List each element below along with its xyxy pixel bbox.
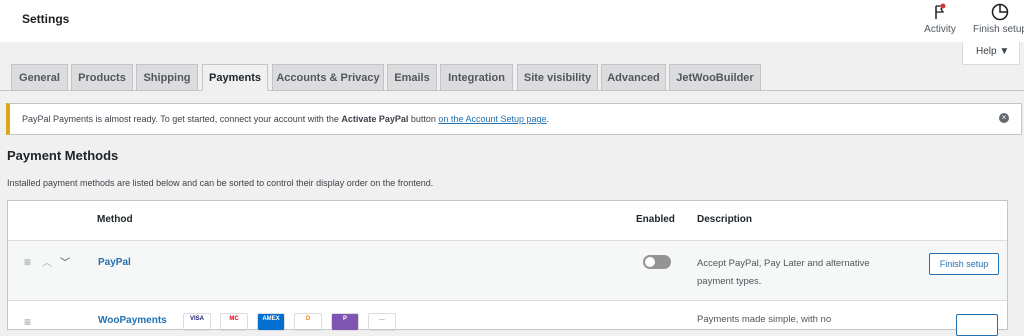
flag-icon bbox=[920, 3, 960, 23]
top-bar: Settings Activity Finish setup bbox=[0, 0, 1024, 42]
column-enabled: Enabled bbox=[636, 214, 675, 225]
page-title: Settings bbox=[22, 12, 70, 26]
account-setup-link[interactable]: on the Account Setup page bbox=[438, 114, 546, 124]
column-method: Method bbox=[97, 214, 133, 225]
table-header: Method Enabled Description bbox=[8, 201, 1007, 241]
visa-icon: VISA bbox=[183, 313, 211, 331]
tab-accounts-privacy[interactable]: Accounts & Privacy bbox=[272, 64, 384, 91]
tab-advanced[interactable]: Advanced bbox=[601, 64, 666, 91]
woopayments-action-button[interactable] bbox=[956, 314, 998, 336]
tab-shipping[interactable]: Shipping bbox=[136, 64, 198, 91]
paypal-description-line2: payment types. bbox=[697, 276, 762, 287]
more-cards-icon: … bbox=[368, 313, 396, 331]
woopayments-description: Payments made simple, with no bbox=[697, 314, 832, 325]
activity-button[interactable]: Activity bbox=[920, 3, 960, 35]
help-tab-button[interactable]: Help ▼ bbox=[962, 42, 1020, 65]
paypal-description-line1: Accept PayPal, Pay Later and alternative bbox=[697, 258, 870, 269]
activity-label: Activity bbox=[924, 24, 956, 35]
chevron-down-icon[interactable]: ﹀ bbox=[60, 254, 70, 269]
column-description: Description bbox=[697, 214, 753, 225]
tab-products[interactable]: Products bbox=[71, 64, 133, 91]
settings-tabs: General Products Shipping Payments Accou… bbox=[0, 64, 1024, 91]
dismiss-icon[interactable]: × bbox=[999, 113, 1009, 123]
tab-emails[interactable]: Emails bbox=[387, 64, 437, 91]
payment-methods-table: Method Enabled Description ≡ ︿ ﹀ PayPal … bbox=[7, 200, 1008, 336]
amex-icon: AMEX bbox=[257, 313, 285, 331]
discover-icon: D bbox=[294, 313, 322, 331]
finish-setup-button[interactable]: Finish setup bbox=[970, 3, 1024, 35]
notice-text-end: . bbox=[546, 114, 550, 124]
notice-bold: Activate PayPal bbox=[341, 114, 409, 124]
finish-setup-label: Finish setup bbox=[973, 24, 1024, 35]
tab-integration[interactable]: Integration bbox=[440, 64, 513, 91]
section-description: Installed payment methods are listed bel… bbox=[7, 178, 434, 188]
table-row: ≡ ︿ ﹀ PayPal Accept PayPal, Pay Later an… bbox=[8, 241, 1007, 301]
mastercard-icon: MC bbox=[220, 313, 248, 331]
tab-jetwoobuilder[interactable]: JetWooBuilder bbox=[669, 64, 761, 91]
woopayments-method-link[interactable]: WooPayments bbox=[98, 315, 167, 326]
tab-site-visibility[interactable]: Site visibility bbox=[517, 64, 598, 91]
section-title: Payment Methods bbox=[7, 148, 119, 163]
paypal-enabled-toggle[interactable] bbox=[643, 255, 671, 269]
woo-card-icon: P bbox=[331, 313, 359, 331]
paypal-description: Accept PayPal, Pay Later and alternative… bbox=[697, 255, 870, 291]
table-row: ≡ WooPayments VISA MC AMEX D P … Payment… bbox=[8, 301, 1007, 336]
tab-general[interactable]: General bbox=[11, 64, 68, 91]
tab-payments[interactable]: Payments bbox=[202, 64, 268, 91]
progress-circle-icon bbox=[970, 3, 1024, 23]
drag-handle-icon[interactable]: ≡ bbox=[24, 315, 31, 329]
paypal-notice: PayPal Payments is almost ready. To get … bbox=[6, 103, 1022, 135]
chevron-up-icon[interactable]: ︿ bbox=[42, 254, 52, 269]
notice-text: PayPal Payments is almost ready. To get … bbox=[22, 114, 342, 124]
notice-text-middle: button bbox=[408, 114, 439, 124]
drag-handle-icon[interactable]: ≡ bbox=[24, 255, 31, 269]
finish-setup-paypal-button[interactable]: Finish setup bbox=[929, 253, 999, 275]
paypal-method-link[interactable]: PayPal bbox=[98, 257, 131, 268]
